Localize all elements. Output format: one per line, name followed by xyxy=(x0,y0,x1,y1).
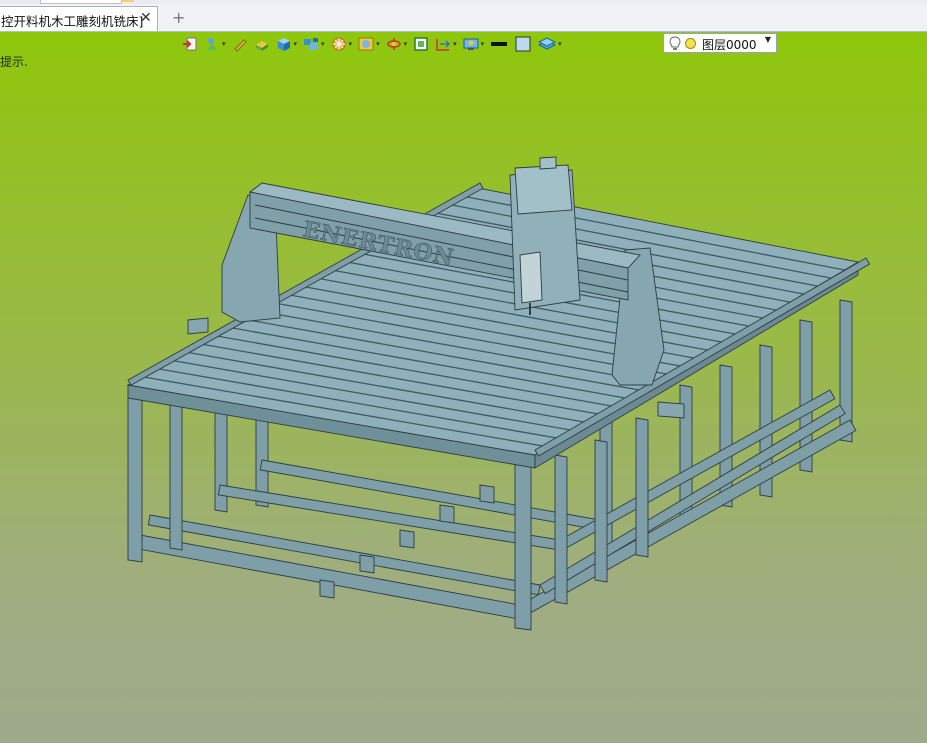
frame-leg xyxy=(169,401,183,551)
tab-title: 控开料机木工雕刻机铣床] xyxy=(1,14,144,29)
document-tab-bar: 控开料机木工雕刻机铣床] ✕ + xyxy=(0,4,927,32)
frame-block xyxy=(479,484,495,504)
plus-icon[interactable]: + xyxy=(172,8,185,27)
frame-leg xyxy=(635,417,649,558)
document-tab[interactable]: 控开料机木工雕刻机铣床] ✕ xyxy=(0,6,158,31)
cnc-router-model[interactable]: ENERTRON xyxy=(0,32,927,743)
frame-leg xyxy=(127,394,143,563)
z-motor xyxy=(539,156,557,170)
folder-icon[interactable] xyxy=(122,0,134,2)
frame-block xyxy=(399,529,415,549)
frame-block xyxy=(319,579,335,599)
frame-leg xyxy=(594,439,608,583)
frame-leg xyxy=(554,454,568,605)
y-motor-right xyxy=(657,401,685,419)
3d-viewport[interactable]: 提示. ▾ ▾ ▾ ▾ ▾ ▾ ▾ ▾ ▾ 图层0000 ▼ ENERTRON xyxy=(0,32,927,743)
y-motor-left xyxy=(187,317,209,335)
frame-block xyxy=(359,554,375,574)
spindle-motor xyxy=(519,251,543,304)
close-icon[interactable]: ✕ xyxy=(140,10,152,26)
machine-geometry xyxy=(126,156,871,631)
z-axis-plate xyxy=(514,164,573,215)
frame-block xyxy=(439,504,455,524)
frame-leg xyxy=(514,461,532,631)
